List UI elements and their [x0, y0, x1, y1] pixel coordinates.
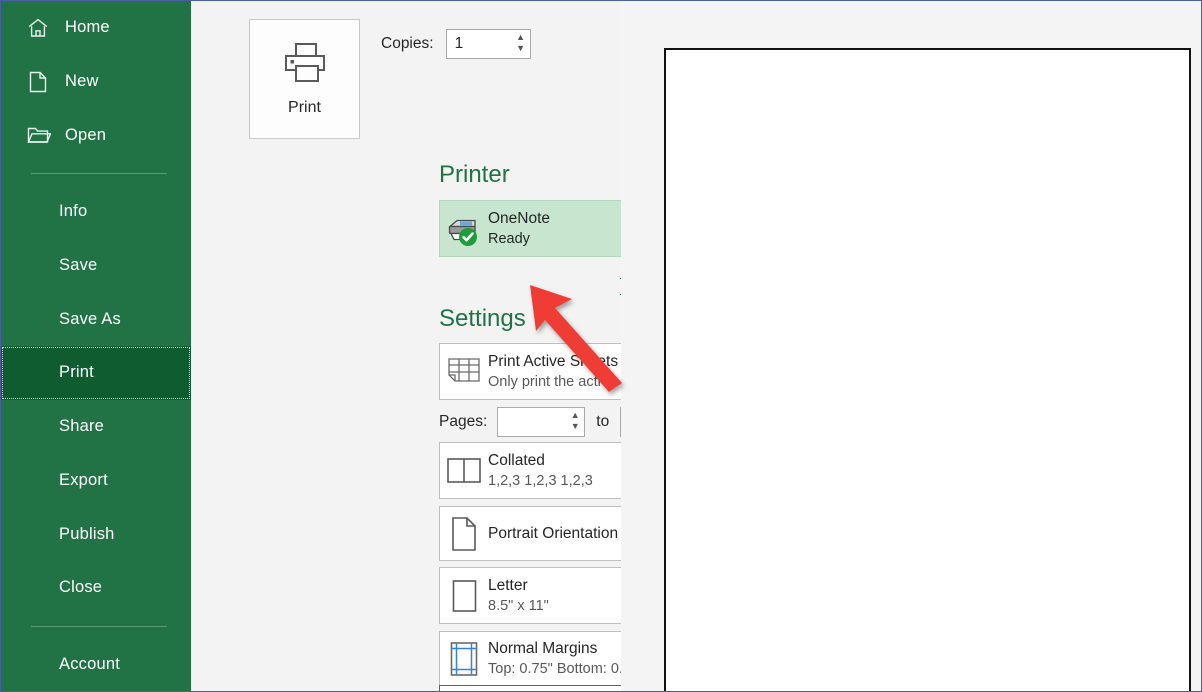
spinner-down-icon[interactable]: ▼ — [516, 44, 525, 55]
sidebar-item-label: Info — [59, 202, 87, 221]
home-icon — [25, 15, 51, 41]
sidebar-divider-bottom — [31, 626, 167, 627]
copies-label: Copies: — [381, 35, 434, 53]
sidebar-item-new[interactable]: New — [1, 55, 191, 109]
printer-ready-icon — [440, 212, 488, 246]
print-button[interactable]: Print — [249, 19, 360, 139]
sidebar-item-label: Save As — [59, 310, 121, 329]
sidebar-divider-top — [31, 173, 167, 174]
portrait-page-icon — [440, 516, 488, 552]
print-preview-page — [664, 48, 1191, 692]
sidebar-item-export[interactable]: Export — [1, 454, 191, 508]
sidebar-item-save[interactable]: Save — [1, 239, 191, 293]
sidebar-item-label: Publish — [59, 525, 115, 544]
printer-icon — [282, 42, 328, 89]
sidebar-item-account[interactable]: Account — [1, 638, 191, 692]
sidebar-item-label: New — [65, 72, 99, 91]
copies-row: Copies: 1 ▲ ▼ — [381, 29, 531, 59]
spinner-down-icon[interactable]: ▼ — [571, 422, 580, 433]
pages-from-spinner-arrows[interactable]: ▲ ▼ — [566, 408, 584, 436]
paper-size-icon — [440, 579, 488, 613]
copies-value[interactable]: 1 — [447, 30, 512, 58]
sidebar-item-label: Export — [59, 471, 108, 490]
sidebar-item-print[interactable]: Print — [1, 346, 191, 400]
sidebar-item-publish[interactable]: Publish — [1, 507, 191, 561]
new-document-icon — [25, 69, 51, 95]
print-button-label: Print — [288, 99, 321, 117]
sidebar-item-open[interactable]: Open — [1, 108, 191, 162]
pages-to-label: to — [596, 413, 609, 431]
sidebar-item-label: Print — [59, 363, 94, 382]
open-folder-icon — [25, 122, 51, 148]
sidebar-item-save-as[interactable]: Save As — [1, 292, 191, 346]
backstage-sidebar: Home New Open Info — [1, 1, 191, 692]
sidebar-item-share[interactable]: Share — [1, 400, 191, 454]
copies-spinner-arrows[interactable]: ▲ ▼ — [512, 30, 530, 58]
pages-from-stepper[interactable]: ▲ ▼ — [497, 407, 585, 437]
sidebar-item-label: Account — [59, 655, 120, 674]
sidebar-item-label: Home — [65, 18, 110, 37]
settings-section-heading: Settings — [439, 305, 526, 333]
sidebar-item-home[interactable]: Home — [1, 1, 191, 55]
sidebar-item-label: Save — [59, 256, 97, 275]
excel-backstage-print-window: Home New Open Info — [0, 0, 1202, 692]
copies-stepper[interactable]: 1 ▲ ▼ — [446, 29, 531, 59]
sidebar-item-label: Close — [59, 578, 102, 597]
print-preview-area — [621, 1, 1201, 692]
sidebar-item-close[interactable]: Close — [1, 561, 191, 615]
collated-icon — [440, 457, 488, 484]
sidebar-item-label: Share — [59, 417, 104, 436]
print-settings-pane: Print Copies: 1 ▲ ▼ Printer — [191, 1, 621, 692]
printer-section-heading: Printer — [439, 161, 510, 189]
sheets-grid-icon — [440, 356, 488, 388]
sidebar-item-label: Open — [65, 126, 106, 145]
margins-icon — [440, 641, 488, 677]
sidebar-item-info[interactable]: Info — [1, 185, 191, 239]
pages-label: Pages: — [439, 413, 487, 431]
